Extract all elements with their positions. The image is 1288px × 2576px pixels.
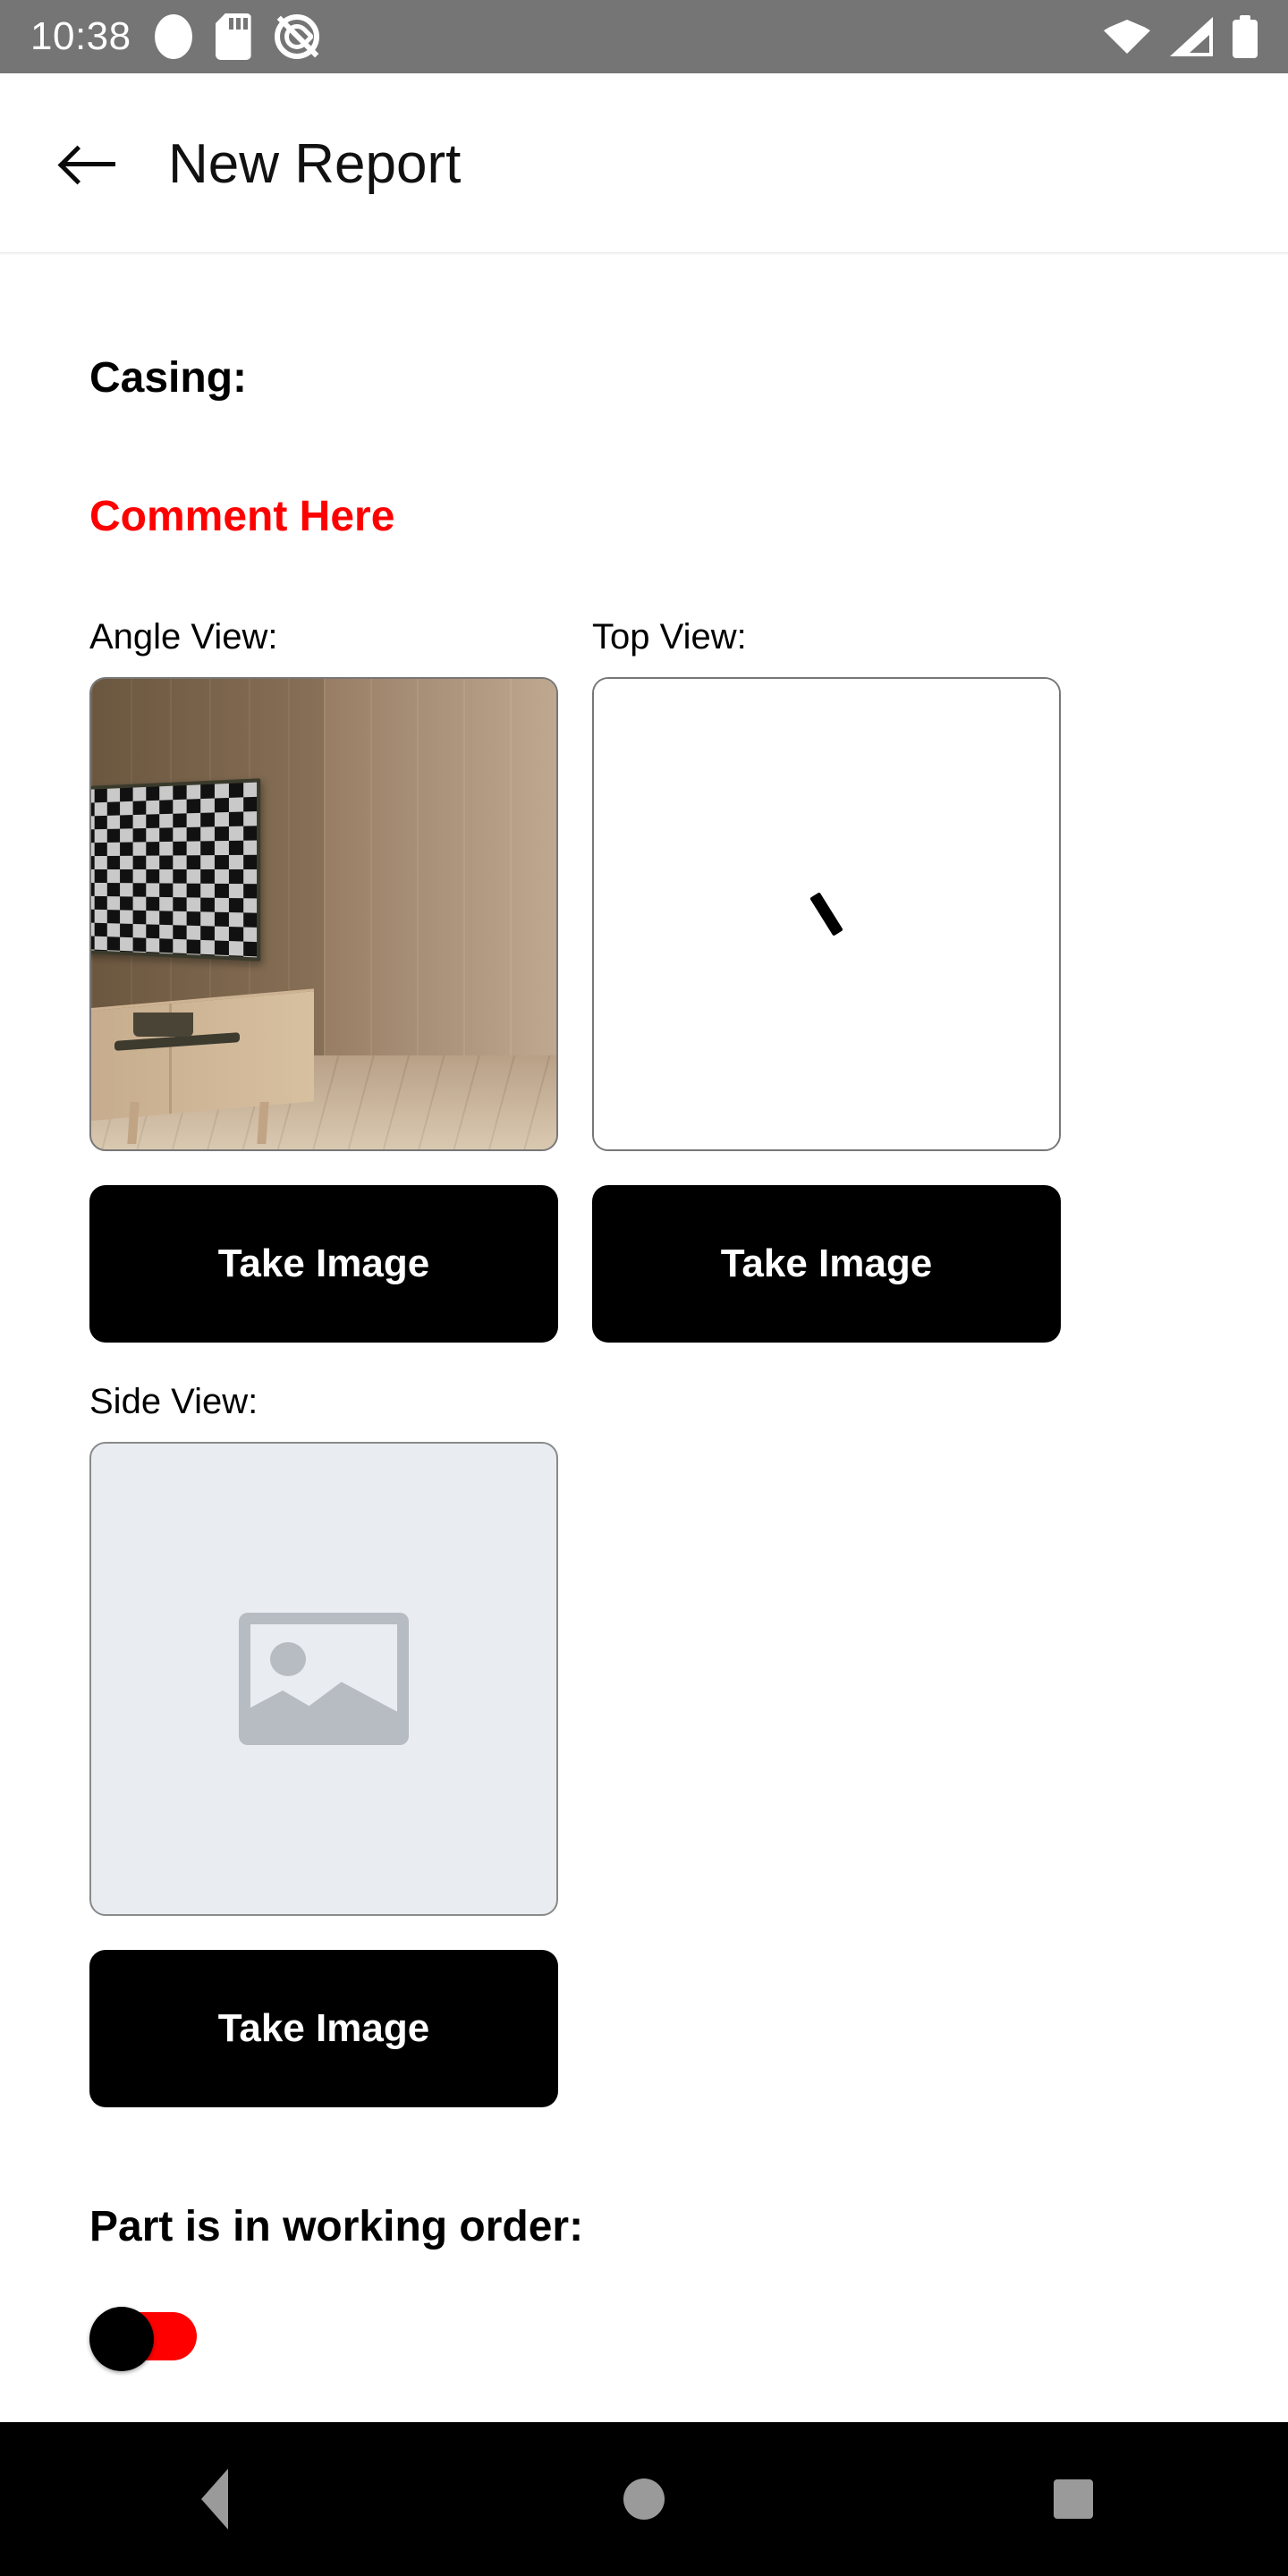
top-view-mark: [809, 892, 843, 936]
status-time: 10:38: [30, 14, 131, 58]
sd-card-icon: [215, 13, 251, 60]
nav-recents-button[interactable]: [993, 2422, 1154, 2576]
side-view-section: Side View: Take Image: [89, 1382, 1199, 2107]
top-view-image: [594, 679, 1059, 1149]
status-bar: 10:38: [0, 0, 1288, 73]
battery-icon: [1233, 15, 1258, 58]
view-capture-row: Take Image Take Image: [89, 657, 1199, 1343]
comment-text: Comment Here: [89, 493, 395, 540]
image-placeholder-icon: [239, 1613, 409, 1745]
take-image-button-top-view[interactable]: Take Image: [592, 1185, 1061, 1343]
toggle-thumb: [89, 2307, 154, 2371]
nav-recents-square-icon: [1054, 2479, 1093, 2519]
report-form: Casing: Comment Here Angle View: Top Vie…: [0, 255, 1288, 2424]
angle-view-label: Angle View:: [89, 617, 278, 657]
nav-home-circle-icon: [623, 2479, 665, 2520]
working-order-toggle[interactable]: [89, 2307, 197, 2371]
nav-back-triangle-icon: [201, 2469, 228, 2529]
back-arrow-icon: [64, 146, 115, 182]
page-title: New Report: [168, 132, 462, 195]
status-bar-right: [1104, 15, 1258, 58]
wifi-icon: [1104, 20, 1150, 54]
take-image-button-side-view[interactable]: Take Image: [89, 1950, 558, 2107]
top-view-label: Top View:: [592, 617, 747, 657]
side-view-placeholder[interactable]: [89, 1442, 558, 1916]
cellular-signal-icon: [1170, 17, 1213, 56]
working-order-label: Part is in working order:: [89, 2203, 584, 2250]
phone-screen: 10:38 New Report Casing: Comment Here An…: [0, 0, 1288, 2576]
side-view-label: Side View:: [89, 1382, 258, 1421]
back-button[interactable]: [36, 110, 143, 217]
nav-home-button[interactable]: [564, 2422, 724, 2576]
circle-indicator-icon: [154, 14, 192, 59]
section-title-casing: Casing:: [89, 354, 248, 402]
angle-view-image: [91, 679, 556, 1149]
view-labels-row: Angle View: Top View:: [89, 617, 1199, 657]
take-image-button-angle-view[interactable]: Take Image: [89, 1185, 558, 1343]
nav-back-button[interactable]: [134, 2422, 295, 2576]
angle-view-column: Take Image: [89, 657, 558, 1343]
top-view-column: Take Image: [592, 657, 1061, 1343]
top-view-thumbnail[interactable]: [592, 677, 1061, 1151]
do-not-disturb-icon: [274, 14, 319, 59]
status-bar-left: 10:38: [30, 13, 319, 60]
angle-view-thumbnail[interactable]: [89, 677, 558, 1151]
system-navigation-bar: [0, 2422, 1288, 2576]
app-bar: New Report: [0, 73, 1288, 254]
